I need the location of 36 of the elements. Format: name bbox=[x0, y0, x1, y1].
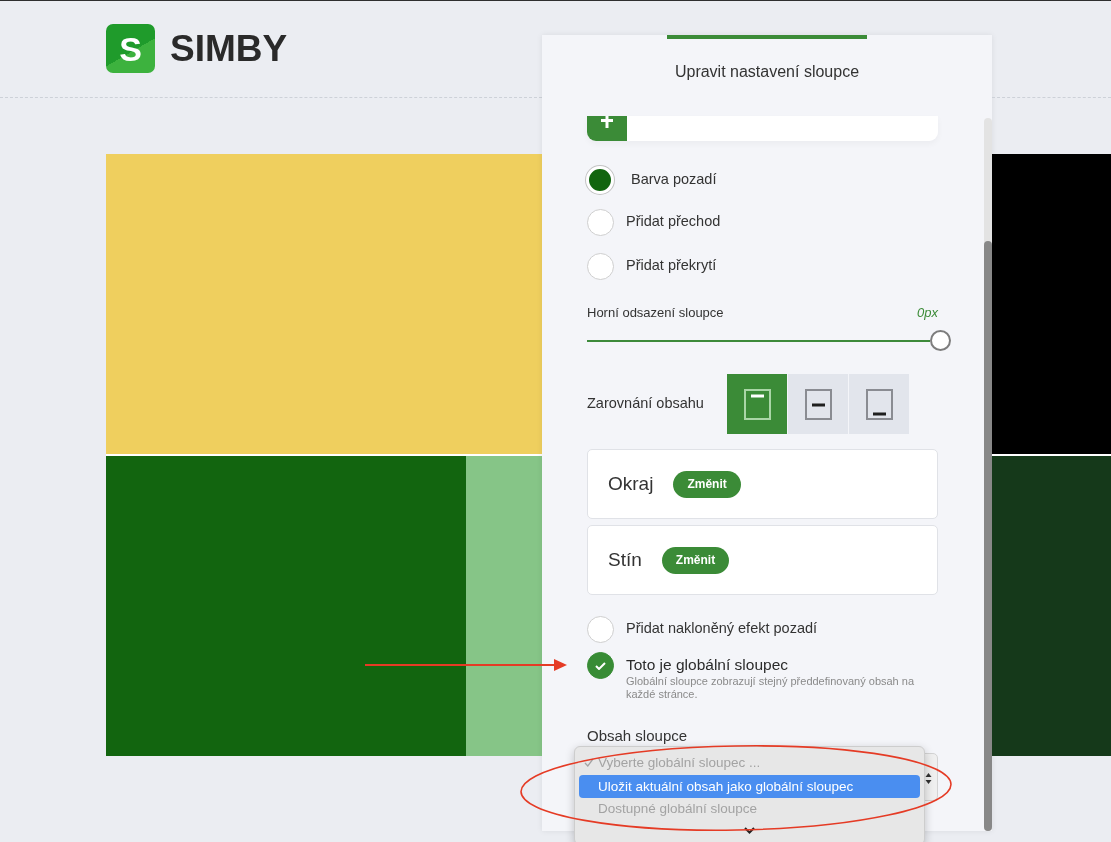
check-icon bbox=[595, 661, 606, 670]
align-bottom-icon bbox=[865, 388, 893, 420]
chevron-down-icon bbox=[744, 827, 755, 834]
add-button[interactable] bbox=[587, 116, 627, 141]
panel-title: Upravit nastavení sloupce bbox=[673, 62, 861, 82]
menu-item: Dostupné globální sloupce bbox=[597, 800, 759, 818]
swatch-icon[interactable] bbox=[586, 166, 614, 194]
align-button[interactable] bbox=[849, 374, 909, 434]
card-label: Okraj bbox=[608, 472, 654, 496]
option-label: Přidat překrytí bbox=[626, 257, 717, 275]
field-label: Zarovnání obsahu bbox=[587, 395, 705, 413]
menu-item[interactable]: Uložit aktuální obsah jako globální sloupec bbox=[579, 775, 920, 798]
align-button[interactable] bbox=[788, 374, 848, 434]
align-middle-icon bbox=[804, 388, 832, 420]
align-button[interactable] bbox=[727, 374, 787, 434]
slider-thumb[interactable] bbox=[930, 330, 951, 351]
text-field[interactable] bbox=[627, 116, 938, 141]
slider-label: Horní odsazení sloupce bbox=[587, 305, 724, 321]
field-label: Obsah sloupce bbox=[587, 727, 689, 745]
change-button[interactable]: Změnit bbox=[661, 546, 730, 574]
option-label: Barva pozadí bbox=[631, 171, 717, 189]
option-label: Přidat nakloněný efekt pozadí bbox=[626, 620, 818, 638]
brand-name: SIMBY bbox=[170, 27, 288, 71]
menu-item: Vyberte globální sloupec ... bbox=[579, 752, 920, 774]
logo-mark: S bbox=[106, 24, 155, 73]
plus-icon bbox=[600, 116, 614, 128]
card-label: Stín bbox=[608, 548, 642, 572]
round-checkbox[interactable] bbox=[587, 652, 614, 679]
change-button[interactable]: Změnit bbox=[673, 470, 741, 498]
scrollbar-thumb[interactable] bbox=[984, 241, 992, 831]
slider-value: 0px bbox=[917, 305, 938, 321]
align-top-icon bbox=[743, 388, 771, 420]
option-label: Přidat přechod bbox=[626, 213, 721, 231]
option-label: Toto je globální sloupec bbox=[626, 655, 789, 675]
updown-arrows-icon bbox=[925, 772, 932, 785]
help-text: Globální sloupce zobrazují stejný předdefinovaný obsah na každé stránce. bbox=[626, 675, 916, 701]
